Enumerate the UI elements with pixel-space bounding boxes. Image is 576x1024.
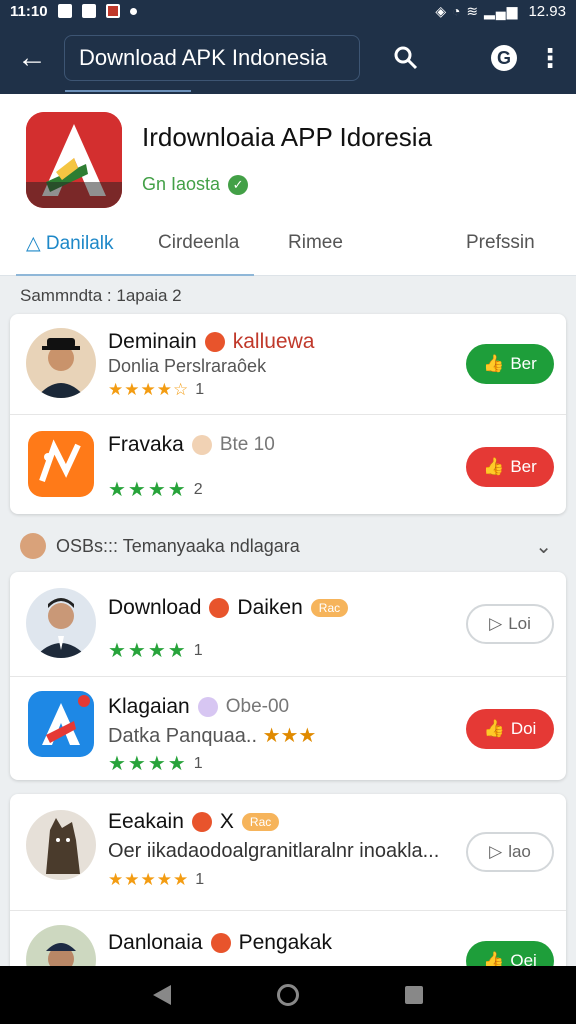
thumbs-up-icon: 👍: [483, 457, 505, 476]
like-button[interactable]: 👍 Ber: [466, 447, 554, 487]
app-logo: [26, 112, 122, 208]
tab-rimee[interactable]: Rimee: [288, 232, 343, 254]
star-rating-icon: ★★★: [262, 725, 317, 747]
status-bar: 11:10 ◈ ◔ ≋ ▂▄▆ 12.93: [0, 0, 576, 22]
notification-icon: [57, 4, 72, 18]
section-label: Sammndta : 1apaia 2: [20, 286, 182, 305]
thumbs-up-icon: 👍: [483, 354, 505, 373]
emoji-icon: [191, 435, 212, 455]
tab-indicator: [16, 274, 254, 276]
search-icon[interactable]: [386, 22, 426, 94]
app-bar: ← Download APK Indonesia G ⋮: [0, 22, 576, 94]
list-item[interactable]: Eeakain X Rac Oer iikadaodoalgranitlaralnr…: [10, 794, 566, 910]
tag-badge: Rac: [310, 599, 349, 617]
list-item[interactable]: Klagaian Obe-00 Datka Panquaa.. ★★★ ★★★★ …: [10, 676, 566, 780]
play-icon: ▷: [489, 614, 503, 633]
emoji-icon: [209, 598, 230, 618]
list-item[interactable]: Fravaka Bte 10 ★★★★ 2 👍 Ber: [10, 414, 566, 514]
item-title: Danlonaia Pengakak: [108, 931, 332, 954]
item-subtitle: Donlia Perslraraôek: [108, 356, 267, 376]
item-title: Fravaka Bte 10: [108, 433, 275, 456]
app-notification-icon: [105, 4, 120, 18]
avatar: [26, 328, 96, 398]
app-header: Irdownloaia APP Idoresia Gn Iaosta ✓ △ D…: [0, 94, 576, 276]
item-rating: ★★★★ 1: [108, 640, 203, 662]
play-button[interactable]: ▷ lao: [466, 832, 554, 872]
play-button[interactable]: ▷ Loi: [466, 604, 554, 644]
card-3: Eeakain X Rac Oer iikadaodoalgranitlaralnr…: [10, 794, 566, 974]
item-subtitle: Datka Panquaa.. ★★★: [108, 725, 317, 747]
signal-icon: ◈ ◔ ≋ ▂▄▆: [435, 2, 519, 19]
like-button[interactable]: 👍 Doi: [466, 709, 554, 749]
verified-icon: ✓: [228, 174, 249, 195]
dot-icon: [129, 7, 137, 15]
card-2: Download Daiken Rac ★★★★ 1 ▷ Loi Klagaian Ob…: [10, 572, 566, 780]
item-rating: ★★★★★ 1: [108, 870, 205, 889]
item-title: Deminain kalluewa: [108, 330, 315, 353]
navigation-bar: [0, 966, 576, 1024]
thumbs-up-icon: 👍: [483, 719, 505, 738]
tab-bar: △ Danilalk Cirdeenla Rimee Prefssin: [0, 220, 576, 276]
app-developer: Gn Iaosta: [142, 174, 221, 194]
emoji-icon: [210, 933, 231, 953]
search-text: Download APK Indonesia: [79, 45, 328, 70]
list-item[interactable]: Danlonaia Pengakak 👍 Oei: [10, 910, 566, 974]
nav-back-icon[interactable]: [153, 985, 171, 1005]
item-rating: ★★★★☆ 1: [108, 380, 205, 399]
star-rating-icon: ★★★★★: [108, 870, 190, 889]
section-label: OSBs::: Temanyaaka ndlagara: [56, 535, 300, 556]
play-icon: ▷: [489, 842, 503, 861]
like-button[interactable]: 👍 Ber: [466, 344, 554, 384]
item-title: Eeakain X Rac: [108, 810, 280, 834]
tab-danilalk[interactable]: △ Danilalk: [26, 232, 113, 255]
item-subtitle: Oer iikadaodoalgranitlaralnr inoakla...: [108, 840, 440, 862]
tag-badge: Rac: [241, 813, 280, 831]
tab-prefssin[interactable]: Prefssin: [466, 232, 535, 254]
avatar: [26, 588, 96, 658]
emoji-icon: [197, 697, 218, 717]
status-time: 11:10: [10, 2, 48, 20]
item-rating: ★★★★ 1: [108, 753, 203, 775]
star-rating-icon: ★★★★: [108, 479, 188, 501]
back-arrow-icon[interactable]: ←: [0, 22, 64, 94]
item-rating: ★★★★ 2: [108, 479, 203, 501]
list-item[interactable]: Download Daiken Rac ★★★★ 1 ▷ Loi: [10, 572, 566, 676]
emoji-icon: [204, 332, 225, 352]
app-subtitle: Gn Iaosta ✓: [142, 174, 249, 195]
account-icon[interactable]: G: [484, 22, 524, 94]
emoji-icon: [191, 812, 212, 832]
app-icon: [28, 691, 94, 757]
app-icon: [28, 431, 94, 497]
section-header[interactable]: OSBs::: Temanyaaka ndlagara ⌄: [0, 522, 576, 570]
item-title: Download Daiken Rac: [108, 596, 349, 620]
nav-home-icon[interactable]: [277, 984, 299, 1006]
avatar: [26, 810, 96, 880]
star-rating-icon: ★★★★☆: [108, 380, 190, 399]
card-1: Deminain kalluewa Donlia Perslraraôek ★★★…: [10, 314, 566, 514]
star-rating-icon: ★★★★: [108, 640, 188, 662]
list-item[interactable]: Deminain kalluewa Donlia Perslraraôek ★★★…: [10, 314, 566, 414]
item-title: Klagaian Obe-00: [108, 695, 290, 718]
status-right-time: 12.93: [528, 2, 566, 20]
star-rating-icon: ★★★★: [108, 753, 188, 775]
avatar: [20, 533, 46, 559]
search-input[interactable]: Download APK Indonesia: [64, 35, 360, 92]
mail-icon: [81, 4, 96, 18]
app-title: Irdownloaia APP Idoresia: [142, 122, 433, 152]
more-options-icon[interactable]: ⋮: [530, 22, 570, 94]
chevron-down-icon[interactable]: ⌄: [535, 534, 552, 559]
tab-cirdeenla[interactable]: Cirdeenla: [158, 232, 239, 254]
nav-recents-icon[interactable]: [405, 986, 423, 1004]
